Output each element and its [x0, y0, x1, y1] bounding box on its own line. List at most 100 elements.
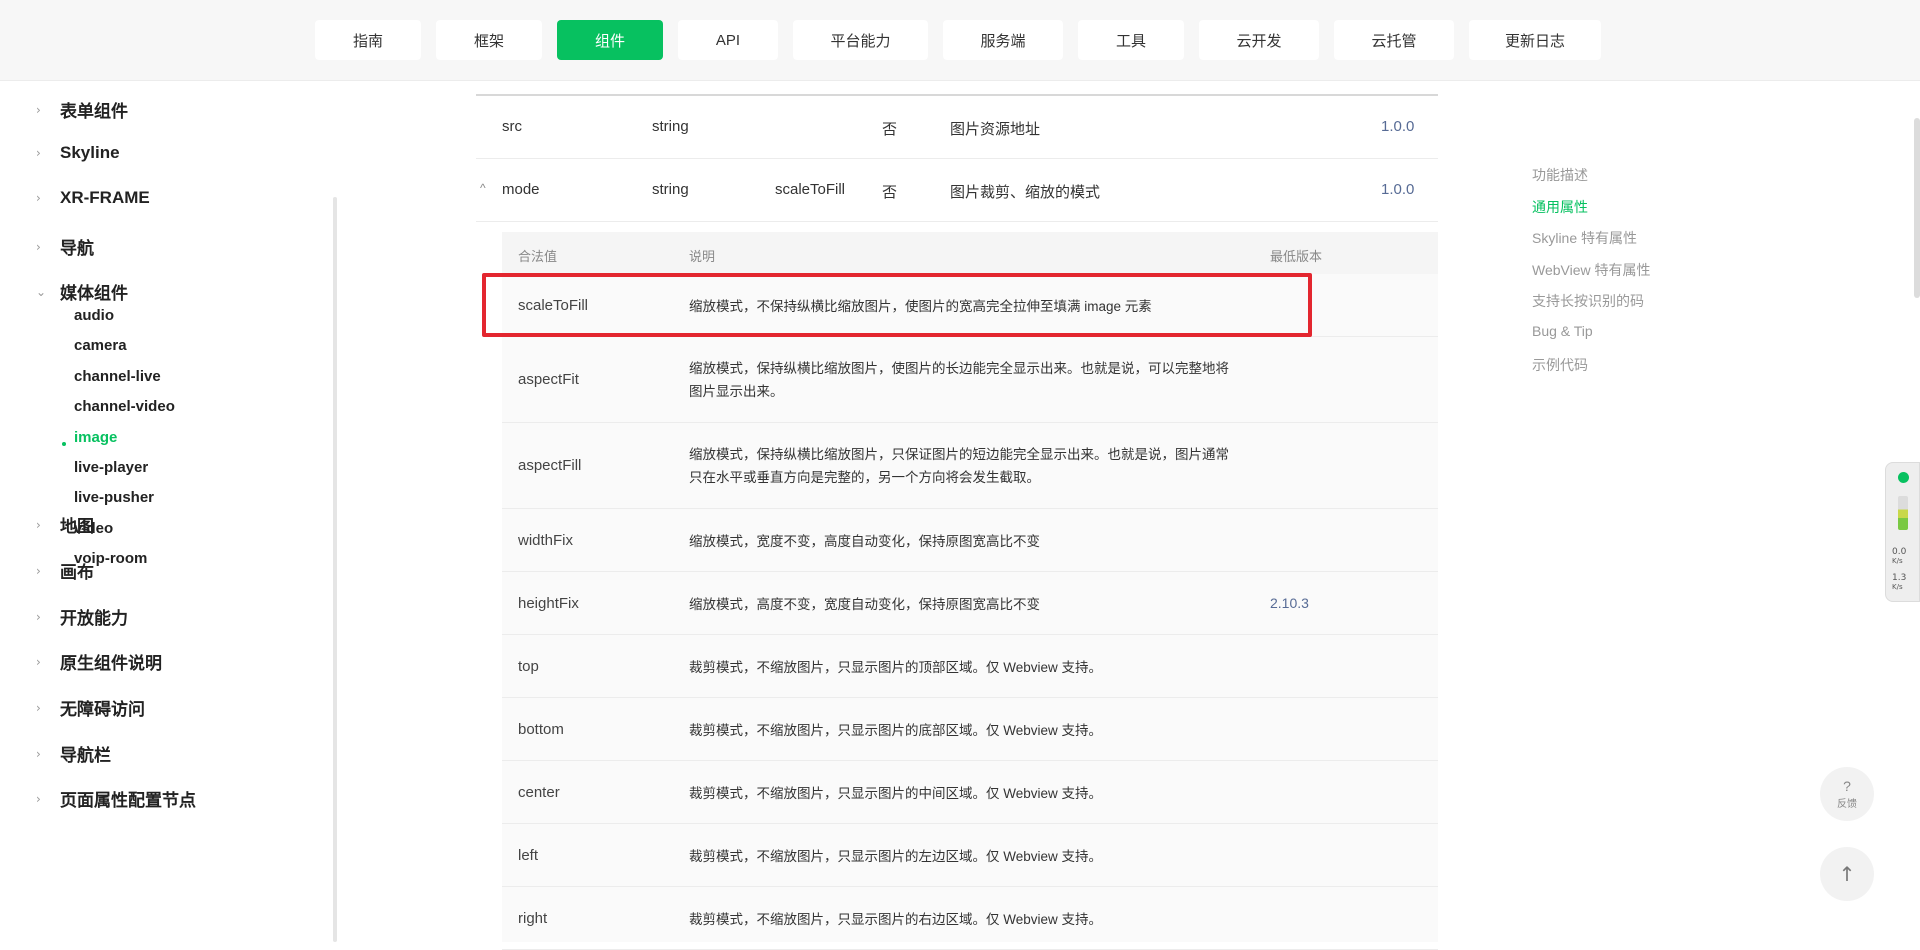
attribute-row: src string 否 图片资源地址 1.0.0	[476, 96, 1438, 159]
mode-value-name: aspectFit	[518, 371, 579, 388]
mode-value-desc: 裁剪模式，不缩放图片，只显示图片的中间区域。仅 Webview 支持。	[689, 785, 1103, 801]
chevron-right-icon: ›	[36, 563, 41, 578]
sidebar-group[interactable]: › 导航	[36, 234, 94, 259]
sidebar-item[interactable]: channel-live	[74, 368, 161, 385]
sidebar-item[interactable]: audio	[74, 307, 114, 324]
chevron-right-icon: ›	[36, 609, 41, 624]
mode-value-desc: 裁剪模式，不缩放图片，只显示图片的右边区域。仅 Webview 支持。	[689, 911, 1103, 927]
sidebar-group[interactable]: ⌄ 媒体组件	[36, 279, 128, 304]
mode-value-row: bottom 裁剪模式，不缩放图片，只显示图片的底部区域。仅 Webview 支持…	[502, 698, 1438, 761]
sidebar-group-label: 地图	[60, 517, 94, 536]
status-dot-icon	[1898, 472, 1909, 483]
nav-tab-3[interactable]: API	[678, 20, 778, 60]
highlight-box	[482, 273, 1312, 337]
sidebar-group[interactable]: › 画布	[36, 558, 94, 583]
sidebar-item[interactable]: image	[74, 429, 117, 446]
sidebar-item[interactable]: camera	[74, 337, 127, 354]
mode-value-name: top	[518, 657, 539, 675]
nav-tab-2[interactable]: 组件	[557, 20, 663, 60]
chevron-down-icon: ⌄	[36, 284, 47, 299]
mode-value-name: widthFix	[518, 531, 574, 549]
attr-name: src	[502, 118, 522, 135]
header-version: 最低版本	[1270, 249, 1323, 264]
sidebar-group[interactable]: › XR-FRAME	[36, 188, 150, 208]
feedback-button[interactable]: ? 反馈	[1820, 767, 1874, 821]
nav-tab-6[interactable]: 工具	[1078, 20, 1184, 60]
nav-tab-8[interactable]: 云托管	[1334, 20, 1454, 60]
mode-value-desc: 裁剪模式，不缩放图片，只显示图片的底部区域。仅 Webview 支持。	[689, 722, 1103, 738]
attr-type: string	[652, 181, 689, 198]
sidebar-item[interactable]: live-pusher	[74, 489, 154, 506]
mode-value-desc: 缩放模式，高度不变，宽度自动变化，保持原图宽高比不变	[689, 596, 1040, 612]
toc-link[interactable]: 支持长按识别的码	[1532, 291, 1644, 311]
sidebar-group[interactable]: › 导航栏	[36, 741, 111, 766]
page-scrollbar[interactable]	[1914, 118, 1920, 298]
sidebar-group[interactable]: › 页面属性配置节点	[36, 786, 196, 811]
attr-desc: 图片资源地址	[950, 121, 1041, 138]
chevron-right-icon: ›	[36, 517, 41, 532]
top-nav: 指南 框架 组件 API 平台能力 服务端 工具 云开发 云托管 更新日志	[315, 20, 1601, 60]
feedback-label: 反馈	[1837, 798, 1857, 810]
toc-link[interactable]: WebView 特有属性	[1532, 260, 1651, 280]
header-value: 合法值	[518, 249, 558, 264]
mode-value-desc: 裁剪模式，不缩放图片，只显示图片的左边区域。仅 Webview 支持。	[689, 848, 1103, 864]
nav-tab-4[interactable]: 平台能力	[793, 20, 928, 60]
sidebar-group-label: 导航	[60, 239, 94, 258]
sidebar-group[interactable]: › 原生组件说明	[36, 649, 162, 674]
mode-values-header: 合法值 说明 最低版本	[502, 232, 1438, 274]
toc-link[interactable]: Bug & Tip	[1532, 323, 1593, 339]
collapse-chevron-icon[interactable]: ^	[480, 181, 486, 195]
sidebar-group-label: 页面属性配置节点	[60, 791, 196, 810]
sidebar-group-label: 媒体组件	[60, 284, 128, 303]
mode-value-row: left 裁剪模式，不缩放图片，只显示图片的左边区域。仅 Webview 支持。	[502, 824, 1438, 887]
mode-values-table: 合法值 说明 最低版本 scaleToFill 缩放模式，不保持纵横比缩放图片，使…	[502, 232, 1438, 950]
chevron-right-icon: ›	[36, 191, 41, 205]
nav-tab-9[interactable]: 更新日志	[1469, 20, 1601, 60]
attr-name: mode	[502, 181, 540, 198]
toc-link[interactable]: 功能描述	[1532, 165, 1588, 185]
sidebar-group-label: 导航栏	[60, 746, 111, 765]
toc-link[interactable]: 示例代码	[1532, 355, 1588, 375]
header-desc: 说明	[689, 249, 716, 264]
active-dot-icon	[62, 441, 66, 446]
attribute-row: ^ mode string scaleToFill 否 图片裁剪、缩放的模式 1.0.0	[476, 159, 1438, 222]
top-bar: 指南 框架 组件 API 平台能力 服务端 工具 云开发 云托管 更新日志	[0, 0, 1920, 81]
sidebar-group[interactable]: › 地图	[36, 512, 94, 537]
sidebar-group[interactable]: › 无障碍访问	[36, 695, 145, 720]
mode-value-row: widthFix 缩放模式，宽度不变，高度自动变化，保持原图宽高比不变	[502, 509, 1438, 572]
sidebar-item[interactable]: channel-video	[74, 398, 175, 415]
attr-required: 否	[882, 121, 898, 138]
nav-tab-7[interactable]: 云开发	[1199, 20, 1319, 60]
nav-tab-5[interactable]: 服务端	[943, 20, 1063, 60]
sidebar-item[interactable]: live-player	[74, 459, 148, 476]
mode-value-row: right 裁剪模式，不缩放图片，只显示图片的右边区域。仅 Webview 支持。	[502, 887, 1438, 950]
attr-required: 否	[882, 184, 898, 201]
mode-value-name: left	[518, 846, 539, 864]
chevron-right-icon: ›	[36, 102, 41, 117]
chevron-right-icon: ›	[36, 146, 41, 160]
nav-tab-1[interactable]: 框架	[436, 20, 542, 60]
sidebar-group-label: 画布	[60, 563, 94, 582]
attr-default: scaleToFill	[775, 181, 846, 198]
toc-link[interactable]: 通用属性	[1532, 197, 1588, 217]
sidebar-group[interactable]: › Skyline	[36, 143, 120, 163]
sidebar-group[interactable]: › 开放能力	[36, 604, 128, 629]
upload-speed: 1.3	[1892, 573, 1907, 583]
signal-bar-icon	[1898, 496, 1908, 530]
back-to-top-button[interactable]: ↑	[1820, 847, 1874, 901]
toc-link[interactable]: Skyline 特有属性	[1532, 228, 1637, 248]
download-speed: 0.0	[1892, 547, 1907, 557]
network-monitor-widget[interactable]: 0.0 K/s 1.3 K/s	[1885, 462, 1920, 602]
upload-unit: K/s	[1892, 583, 1903, 591]
chevron-right-icon: ›	[36, 791, 41, 806]
sidebar-scrollbar[interactable]	[333, 197, 337, 942]
sidebar-group-label: 开放能力	[60, 609, 128, 628]
attr-type: string	[652, 118, 689, 135]
mode-value-version: 2.10.3	[1270, 594, 1309, 611]
mode-value-row: heightFix 缩放模式，高度不变，宽度自动变化，保持原图宽高比不变 2.10.…	[502, 572, 1438, 635]
sidebar-group-label: XR-FRAME	[60, 188, 150, 207]
attr-version: 1.0.0	[1381, 118, 1415, 135]
sidebar-group-label: 无障碍访问	[60, 700, 145, 719]
sidebar-group[interactable]: › 表单组件	[36, 97, 128, 122]
nav-tab-0[interactable]: 指南	[315, 20, 421, 60]
